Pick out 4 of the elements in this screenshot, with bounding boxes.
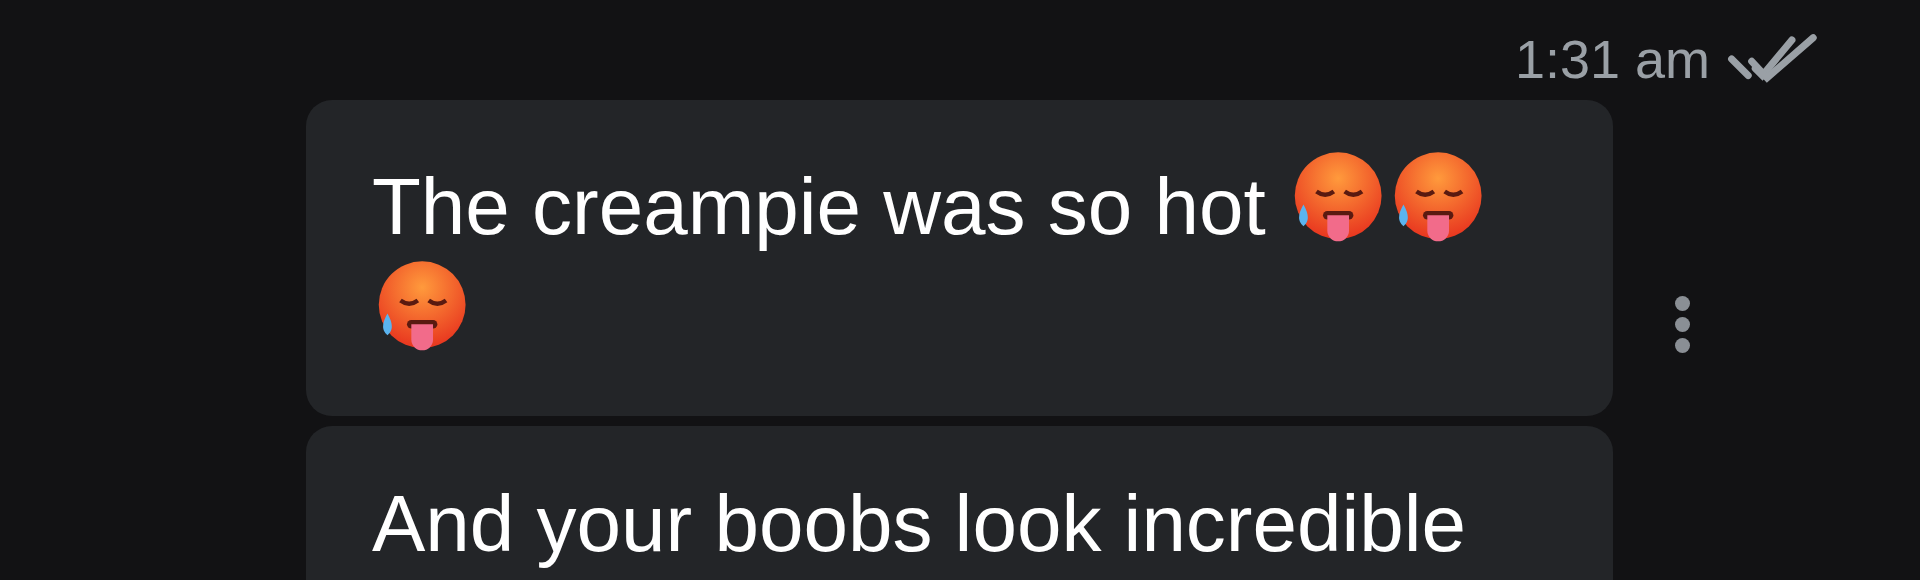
message-text: The creampie was so hot bbox=[372, 162, 1267, 251]
more-options-icon[interactable] bbox=[1675, 296, 1690, 353]
message-time: 1:31 am bbox=[1514, 28, 1710, 90]
message-text: And your boobs look incredible bbox=[372, 479, 1467, 568]
